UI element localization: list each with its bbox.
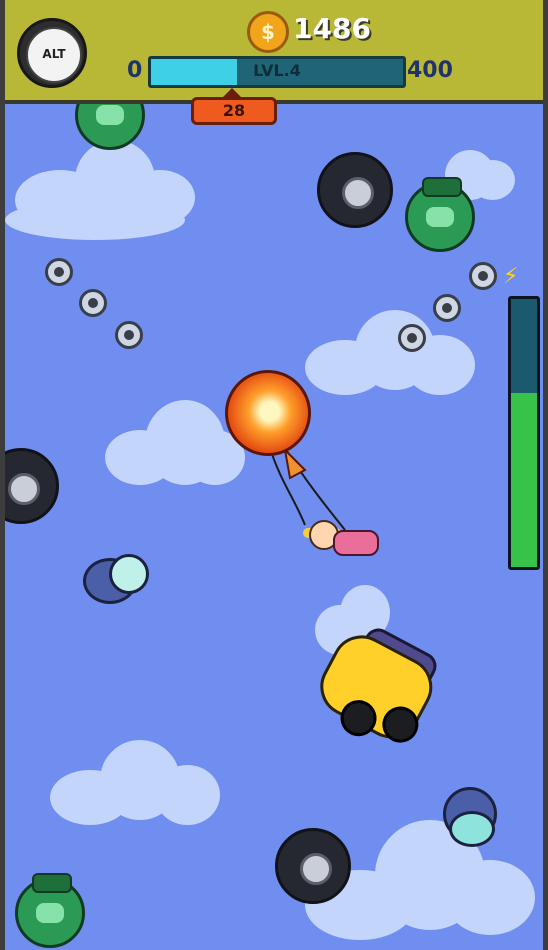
balloon-player (225, 370, 311, 456)
altimeter-label: ALT (42, 47, 66, 61)
altimeter-gauge[interactable]: ALT (17, 18, 87, 88)
timer-badge: 28 (191, 97, 277, 125)
level-max: 400 (407, 58, 453, 83)
level-progress-bar: LVL.4 (148, 56, 406, 88)
blue-bug-drone (443, 787, 501, 847)
girl-hanging-from-balloon (303, 510, 383, 570)
hud-bar: ALT $ 1486 0 LVL.4 400 (5, 0, 543, 104)
lightning-battery-icon: ⚡ (503, 264, 519, 289)
altimeter-face: ALT (26, 27, 82, 83)
coin-icon: $ (247, 11, 289, 53)
game-viewport[interactable]: ⚡ ALT $ 1486 0 LVL.4 400 28 (5, 0, 543, 950)
level-label: LVL.4 (253, 61, 301, 80)
energy-meter (508, 296, 540, 570)
energy-meter-fill (511, 392, 537, 567)
level-min: 0 (127, 58, 143, 83)
blue-bug-drone (83, 548, 149, 604)
coin-count: 1486 (293, 12, 371, 45)
